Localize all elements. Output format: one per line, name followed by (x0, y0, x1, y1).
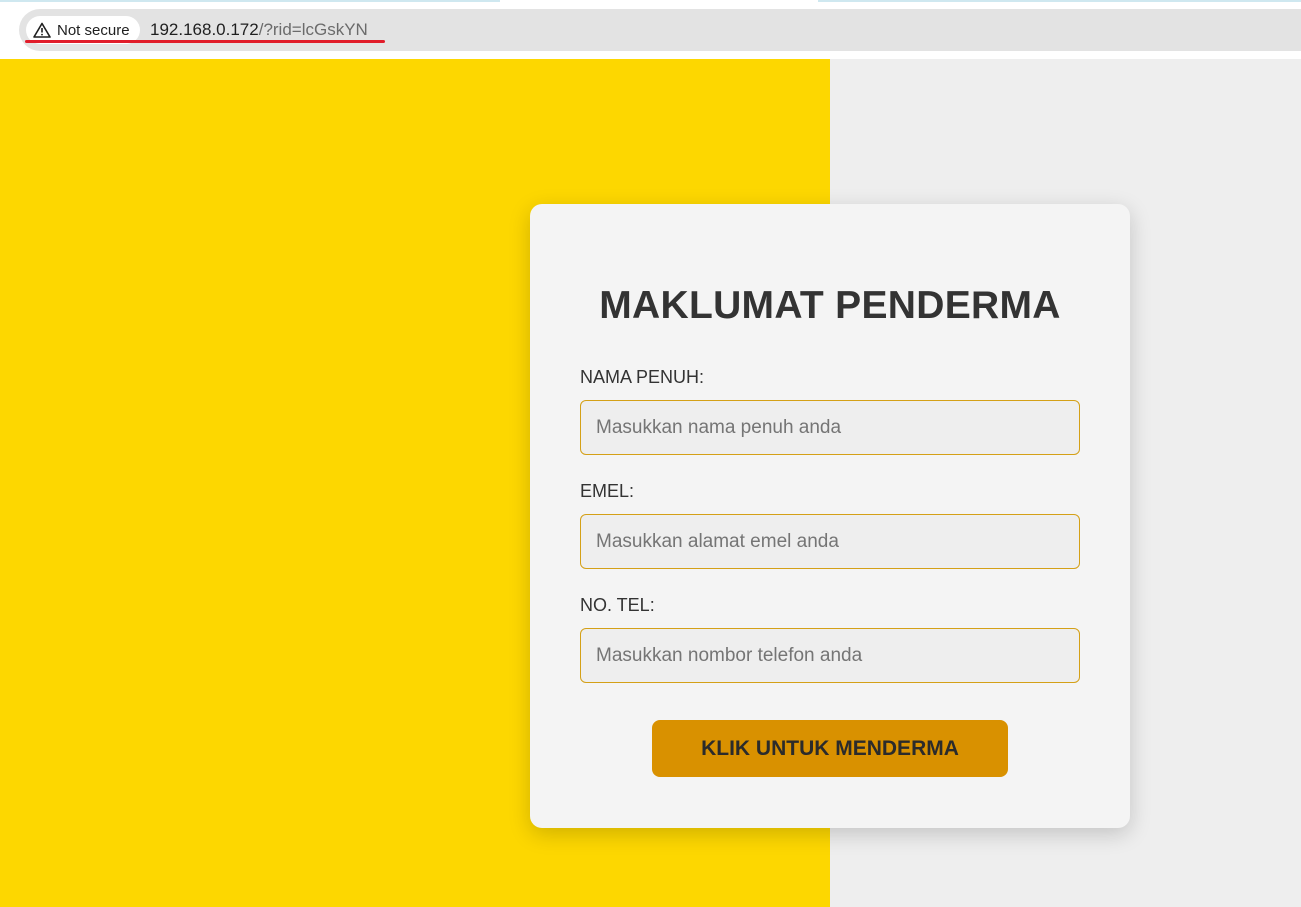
full-name-label: NAMA PENUH: (580, 367, 705, 387)
tab-strip-accent (818, 0, 1301, 2)
phone-label: NO. TEL: (580, 595, 655, 615)
browser-toolbar: Not secure 192.168.0.172/?rid=lcGskYN (0, 0, 1301, 59)
warning-icon (33, 22, 51, 38)
full-name-input[interactable] (580, 400, 1080, 455)
url-host: 192.168.0.172 (150, 20, 259, 39)
email-label: EMEL: (580, 481, 635, 501)
url-text[interactable]: 192.168.0.172/?rid=lcGskYN (150, 19, 368, 41)
url-path: /?rid=lcGskYN (258, 20, 368, 39)
donate-button[interactable]: KLIK UNTUK MENDERMA (652, 720, 1008, 777)
security-label: Not secure (57, 21, 130, 39)
form-title: MAKLUMAT PENDERMA (599, 284, 1061, 327)
donor-form-card: MAKLUMAT PENDERMA NAMA PENUH: EMEL: NO. … (530, 204, 1130, 828)
page-content: MAKLUMAT PENDERMA NAMA PENUH: EMEL: NO. … (0, 59, 1301, 907)
email-input[interactable] (580, 514, 1080, 569)
phone-input[interactable] (580, 628, 1080, 683)
tab-strip-accent (0, 0, 500, 2)
url-warning-underline (25, 40, 385, 43)
